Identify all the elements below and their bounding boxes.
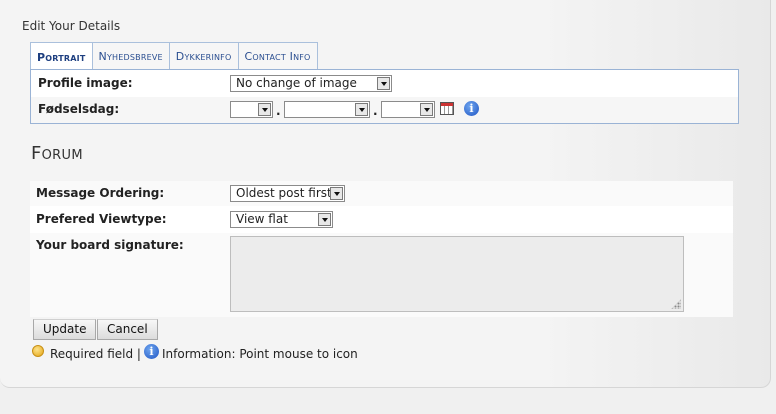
profile-image-select[interactable]: No change of image (230, 75, 392, 92)
message-ordering-label: Message Ordering: (36, 186, 165, 200)
chevron-down-icon (318, 213, 331, 226)
profile-image-label: Profile image: (38, 76, 133, 90)
birthday-month-select[interactable] (284, 101, 370, 118)
tab-nyhedsbreve[interactable]: Nyhedsbreve (92, 42, 170, 69)
resize-grip-icon[interactable] (671, 299, 681, 309)
date-separator: . (373, 104, 378, 118)
chevron-down-icon (258, 103, 271, 116)
viewtype-select[interactable]: View flat (230, 211, 333, 228)
update-button[interactable]: Update (33, 319, 97, 340)
main-panel: Edit Your Details Portrait Nyhedsbreve D… (0, 0, 771, 388)
page-title: Edit Your Details (22, 19, 121, 33)
birthday-label: Fødselsdag: (38, 102, 120, 116)
chevron-down-icon (355, 103, 368, 116)
calendar-icon[interactable] (440, 102, 454, 115)
information-legend: Information: Point mouse to icon (162, 347, 358, 361)
cancel-button[interactable]: Cancel (97, 319, 158, 340)
forum-section-title: Forum (31, 143, 83, 164)
chevron-down-icon (420, 103, 433, 116)
birthday-day-select[interactable] (230, 101, 273, 118)
tab-dykkerinfo[interactable]: Dykkerinfo (169, 42, 239, 69)
portrait-tab-panel: Profile image: No change of image Fødsel… (30, 69, 739, 124)
tab-portrait[interactable]: Portrait (30, 42, 93, 71)
info-icon[interactable]: i (464, 101, 479, 116)
message-ordering-value: Oldest post first (236, 186, 332, 200)
profile-image-value: No change of image (236, 76, 357, 90)
signature-label: Your board signature: (36, 238, 184, 252)
birthday-year-select[interactable] (381, 101, 435, 118)
tab-bar: Portrait Nyhedsbreve Dykkerinfo Contact … (30, 42, 318, 71)
required-icon (32, 345, 44, 357)
viewtype-value: View flat (236, 212, 288, 226)
chevron-down-icon (377, 77, 390, 90)
signature-textarea[interactable] (230, 236, 684, 312)
message-ordering-select[interactable]: Oldest post first (230, 185, 345, 202)
chevron-down-icon (330, 187, 343, 200)
date-separator: . (276, 104, 281, 118)
info-icon: i (144, 344, 159, 359)
tab-contact-info[interactable]: Contact Info (238, 42, 318, 69)
viewtype-label: Prefered Viewtype: (36, 212, 167, 226)
required-field-legend: Required field | (50, 347, 141, 361)
